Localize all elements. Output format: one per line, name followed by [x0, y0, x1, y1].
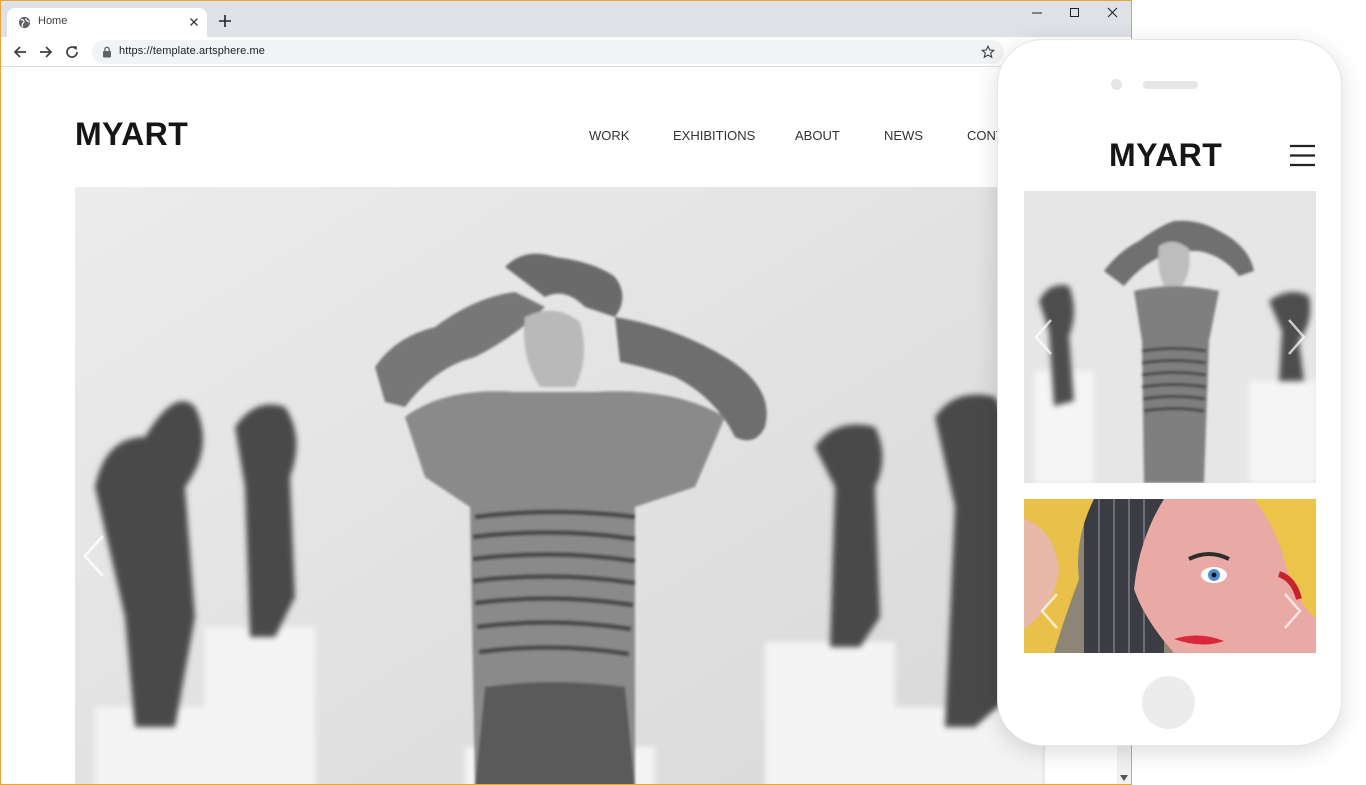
address-bar[interactable]: https://template.artsphere.me	[92, 40, 1004, 64]
maximize-icon[interactable]	[1065, 5, 1085, 21]
arrow-right-icon[interactable]	[37, 43, 55, 61]
phone-mockup: MYART	[997, 39, 1342, 746]
lock-icon	[103, 46, 111, 58]
nav-news[interactable]: NEWS	[884, 128, 923, 143]
nav-about[interactable]: ABOUT	[795, 128, 840, 143]
hero-sculpture-image	[75, 187, 1045, 784]
phone-speaker	[1143, 81, 1198, 89]
plus-icon[interactable]	[216, 12, 234, 30]
star-icon[interactable]	[981, 45, 995, 59]
mobile-slider-street-art[interactable]	[1024, 499, 1316, 653]
tab-title: Home	[38, 15, 68, 27]
chevron-right-icon[interactable]	[1286, 317, 1308, 357]
sculpture-image	[1024, 191, 1316, 483]
site-logo[interactable]: MYART	[75, 116, 188, 153]
hamburger-icon[interactable]	[1290, 144, 1315, 167]
window-close-icon[interactable]	[1103, 5, 1123, 21]
arrow-left-icon[interactable]	[11, 43, 29, 61]
phone-screen: MYART	[1023, 128, 1316, 658]
browser-toolbar: https://template.artsphere.me	[1, 37, 1131, 67]
chevron-left-icon[interactable]	[81, 533, 107, 579]
chevron-left-icon[interactable]	[1032, 317, 1054, 357]
mobile-slider-sculpture[interactable]	[1024, 191, 1316, 483]
tab-strip: Home	[1, 1, 1131, 37]
phone-home-button[interactable]	[1142, 676, 1195, 729]
browser-window: Home https://template.artsphere.me MYART…	[0, 0, 1132, 785]
globe-icon	[18, 16, 31, 29]
minimize-icon[interactable]	[1027, 5, 1047, 21]
phone-camera	[1111, 79, 1122, 90]
url-text: https://template.artsphere.me	[119, 45, 265, 57]
chevron-left-icon[interactable]	[1038, 591, 1060, 631]
web-page: MYART WORK EXHIBITIONS ABOUT NEWS CONT	[1, 68, 1131, 784]
mobile-site-logo[interactable]: MYART	[1109, 137, 1222, 174]
arrow-down-icon[interactable]	[1120, 775, 1128, 781]
tab-home[interactable]: Home	[7, 8, 207, 37]
hero-slider[interactable]	[75, 187, 1045, 784]
nav-exhibitions[interactable]: EXHIBITIONS	[673, 128, 755, 143]
chevron-right-icon[interactable]	[1282, 591, 1304, 631]
reload-icon[interactable]	[63, 43, 81, 61]
screenshot-stage: Home https://template.artsphere.me MYART…	[0, 0, 1366, 785]
nav-work[interactable]: WORK	[589, 128, 629, 143]
street-art-image	[1024, 499, 1316, 653]
close-icon[interactable]	[187, 15, 201, 29]
